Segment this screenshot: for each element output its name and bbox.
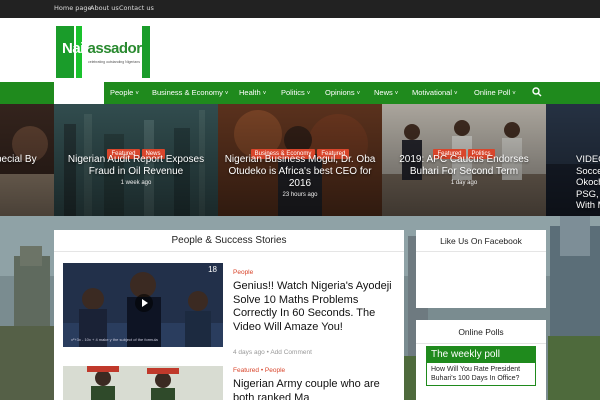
nav-item-motivational[interactable]: Motivational ˅ [412,88,458,97]
video-caption: x²+3x - 10x + 4 make y the subject of th… [71,337,158,342]
slide-3[interactable]: Featured Politics 2019: APC Caucus Endors… [382,104,546,216]
nav-item-politics[interactable]: Politics ˅ [281,88,310,97]
slide-title[interactable]: pecial By [0,154,54,166]
topbar-link-home[interactable]: Home page [54,4,92,12]
post-date: 4 days ago [233,349,265,356]
slide-time: 1 week ago [120,180,152,186]
slide-1[interactable]: Featured News Nigerian Audit Report Expos… [54,104,218,216]
weekly-poll: The weekly poll How Will You Rate Presid… [426,346,536,386]
people-success-section: People & Success Stories 18 x²+3x - 10x … [54,230,404,400]
polls-widget-title: Online Polls [416,320,546,344]
chevron-down-icon: ˅ [224,91,229,97]
chevron-down-icon: ˅ [262,91,267,97]
featured-slider: pecial By Featured News Nigerian Audit Re… [0,104,600,216]
logo-green-block-right [142,26,150,78]
post-thumbnail[interactable] [63,366,223,400]
slide-0[interactable]: pecial By [0,104,54,216]
slide-time: 23 hours ago [282,192,318,198]
post-meta: 4 days ago • Add Comment [233,349,312,356]
nav-item-people[interactable]: People ˅ [110,88,139,97]
post-thumbnail[interactable]: 18 x²+3x - 10x + 4 make y the subject of… [63,263,223,347]
site-logo[interactable]: Naijassador celebrating outstanding Nige… [56,26,156,78]
chevron-down-icon: ˅ [512,91,516,97]
main-nav: People ˅ Business & Economy ˅ Health ˅ Poli… [0,82,600,104]
slide-title[interactable]: 2019: APC Caucus Endorses Buhari For Sec… [388,154,540,178]
slide-title[interactable]: Nigerian Business Mogul, Dr. Oba Otudeko… [224,154,376,190]
chevron-down-icon: ˅ [454,91,458,97]
chevron-down-icon: ˅ [306,91,311,97]
logo-tagline: celebrating outstanding Nigerians [88,60,140,64]
poll-question: How Will You Rate President Buhari's 100… [431,366,521,382]
post-thumbnail-image [63,366,223,400]
nav-item-opinions[interactable]: Opinions ˅ [325,88,360,97]
slide-2[interactable]: Business & Economy Featured Nigerian Busi… [218,104,382,216]
post-item[interactable]: 18 x²+3x - 10x + 4 make y the subject of… [63,263,393,359]
post-category[interactable]: People [233,269,253,276]
nav-item-news[interactable]: News ˅ [374,88,398,97]
logo-text: Naijassador [62,40,142,57]
facebook-widget-title: Like Us On Facebook [416,230,546,252]
section-title: People & Success Stories [54,230,404,252]
chevron-down-icon: ˅ [356,91,361,97]
slide-4[interactable]: VIDEO Soccer S Okoch PSG, A With M [546,104,600,216]
post-category[interactable]: Featured • People [233,367,285,374]
chevron-down-icon: ˅ [135,91,139,97]
video-counter: 18 [208,265,217,274]
online-polls-widget: Online Polls The weekly poll How Will Yo… [416,320,546,400]
post-title[interactable]: Genius!! Watch Nigeria's Ayodeji Solve 1… [233,280,393,334]
nav-item-business[interactable]: Business & Economy ˅ [152,88,228,97]
topbar-link-about[interactable]: About us [90,4,119,12]
slide-title[interactable]: VIDEO Soccer S Okoch PSG, A With M [576,154,600,212]
play-icon[interactable] [135,294,153,312]
chevron-down-icon: ˅ [394,91,399,97]
add-comment-link[interactable]: Add Comment [270,349,312,356]
topbar-link-contact[interactable]: Contact us [119,4,154,12]
site-header: Naijassador celebrating outstanding Nige… [0,18,600,82]
top-bar: Home page About us Contact us [0,0,600,18]
slide-title[interactable]: Nigerian Audit Report Exposes Fraud in O… [60,154,212,178]
poll-header: The weekly poll [427,347,535,363]
search-icon[interactable] [532,87,542,97]
facebook-widget: Like Us On Facebook [416,230,546,308]
nav-spacer [54,82,104,104]
nav-item-online-poll[interactable]: Online Poll ˅ [474,88,516,97]
nav-item-health[interactable]: Health ˅ [239,88,266,97]
post-item[interactable]: Featured • People Nigerian Army couple w… [63,366,393,400]
post-title[interactable]: Nigerian Army couple who are both ranked… [233,378,393,400]
slide-time: 1 day ago [450,180,478,186]
